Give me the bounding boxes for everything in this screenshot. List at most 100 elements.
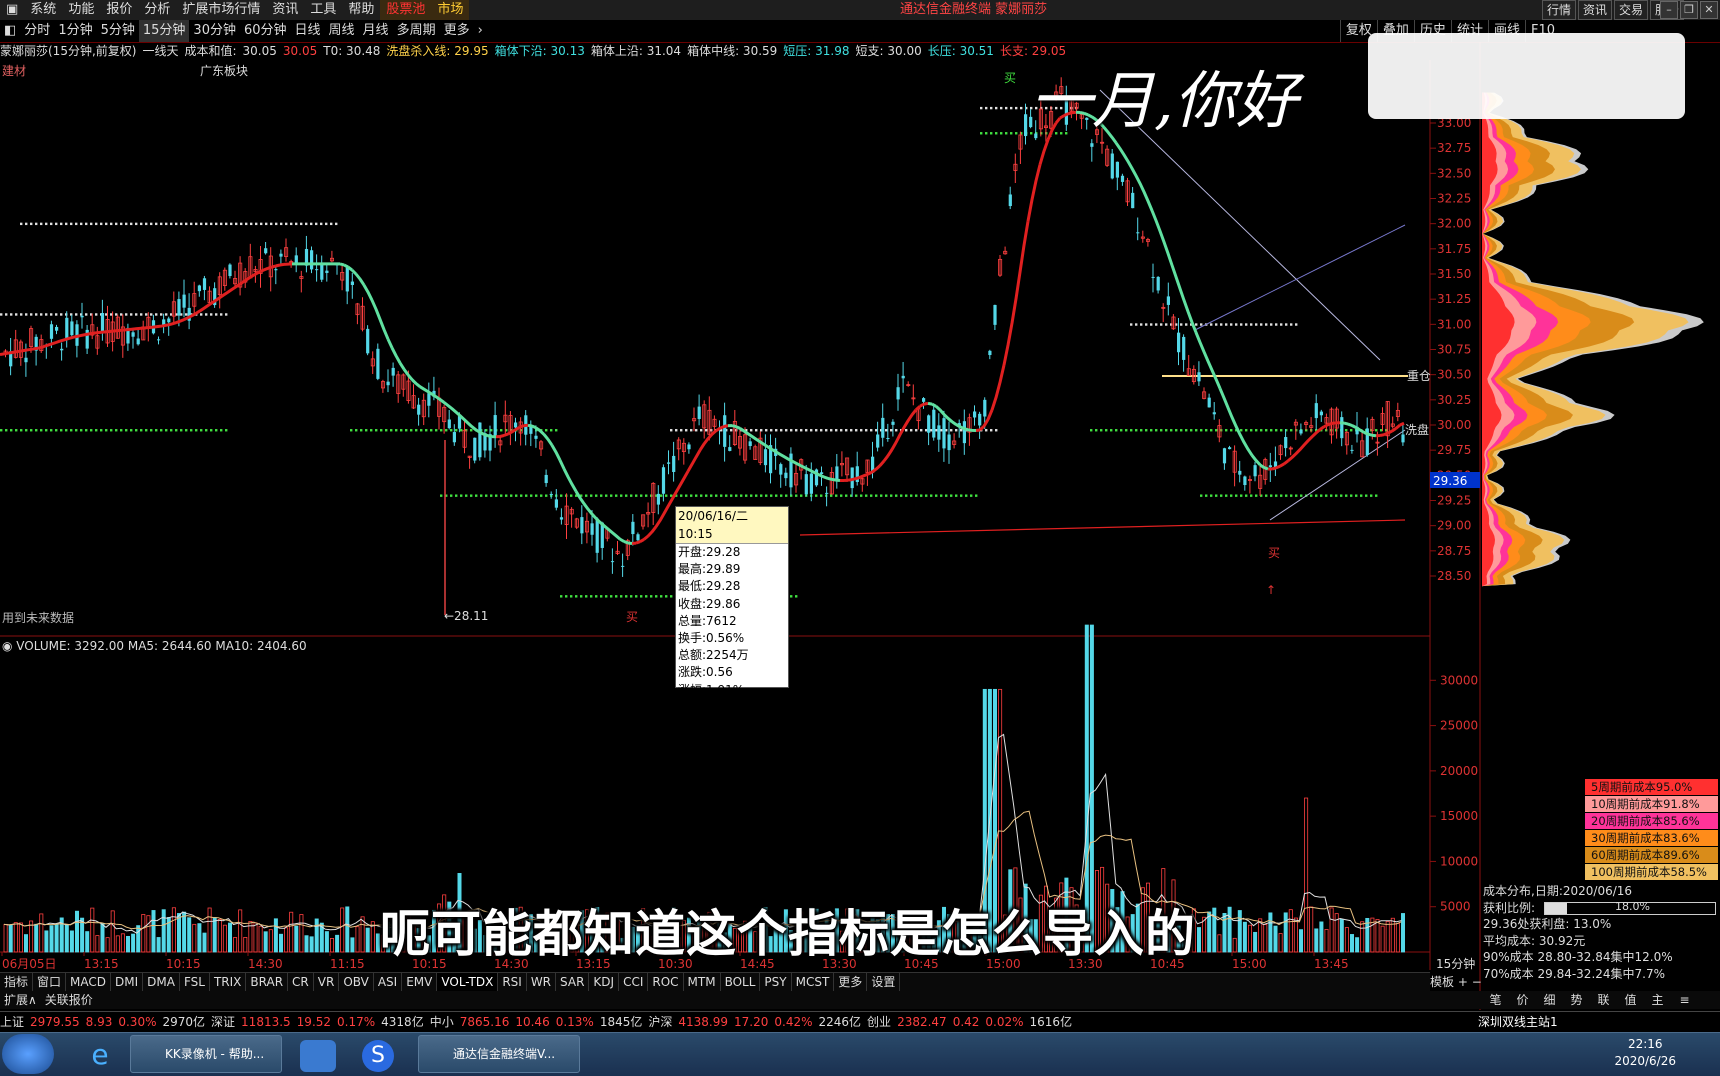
expand-tab[interactable]: 扩展∧ — [0, 991, 41, 1009]
trend-line-support[interactable] — [1269, 429, 1406, 521]
candle-body — [927, 415, 931, 433]
level-dot — [980, 106, 983, 110]
price-tick-label: 30.25 — [1437, 393, 1471, 407]
level-dot — [25, 222, 28, 226]
template-button[interactable]: 模板 — [1430, 975, 1454, 989]
indicator-tab-boll[interactable]: BOLL — [721, 973, 761, 991]
level-dot — [510, 494, 513, 497]
candle-body — [197, 285, 201, 292]
level-dot — [135, 429, 138, 432]
ie-icon[interactable]: e — [80, 1038, 120, 1072]
zoom-in-icon[interactable]: + — [1458, 975, 1468, 989]
level-dot — [985, 132, 988, 135]
candle-body — [1151, 276, 1155, 278]
level-dot — [1100, 429, 1103, 432]
candle-body — [131, 332, 135, 337]
candle-body — [1115, 161, 1119, 178]
indicator-tab-obv[interactable]: OBV — [339, 973, 374, 991]
trend-line-up[interactable] — [1194, 224, 1406, 331]
candle-body — [590, 523, 594, 535]
level-dot — [845, 429, 848, 432]
right-tab[interactable]: 价 — [1509, 991, 1536, 1009]
profit-ratio: 18.0% — [1615, 900, 1650, 913]
level-dot — [630, 595, 633, 598]
cloud-app-icon[interactable] — [300, 1040, 336, 1072]
level-dot — [685, 494, 688, 497]
indicator-tab-vr[interactable]: VR — [314, 973, 340, 991]
video-subtitle: 呃可能都知道这个指标是怎么导入的 — [380, 905, 1196, 963]
level-dot — [600, 494, 603, 497]
indicator-tab-roc[interactable]: ROC — [648, 973, 684, 991]
indicator-tab-sar[interactable]: SAR — [556, 973, 590, 991]
right-tab[interactable]: 笔 — [1482, 991, 1509, 1009]
level-dot — [905, 494, 908, 497]
indicator-tab-mcst[interactable]: MCST — [792, 973, 835, 991]
volume-bar — [1360, 921, 1365, 953]
right-tab[interactable]: 细 — [1536, 991, 1563, 1009]
volume-bar — [187, 917, 192, 953]
indicator-tab-dma[interactable]: DMA — [143, 973, 180, 991]
zoom-out-icon[interactable]: − — [1472, 975, 1482, 989]
indicator-tab-psy[interactable]: PSY — [760, 973, 792, 991]
indicator-tab-cci[interactable]: CCI — [619, 973, 649, 991]
taskbar-app-tdx[interactable]: 通达信金融终端V... — [418, 1035, 580, 1073]
level-dot — [1225, 494, 1228, 497]
indicator-tab-cr[interactable]: CR — [288, 973, 314, 991]
start-button[interactable] — [2, 1034, 54, 1074]
indicator-tab-kdj[interactable]: KDJ — [589, 973, 620, 991]
indicator-tab-设置[interactable]: 设置 — [867, 973, 901, 991]
level-dot — [145, 313, 148, 316]
level-dot — [635, 494, 638, 497]
level-dot — [830, 429, 833, 432]
profit-ratio-bar: 18.0% — [1544, 900, 1716, 915]
candle-body — [182, 294, 186, 308]
indicator-tab-mtm[interactable]: MTM — [684, 973, 721, 991]
collapse-icon[interactable]: ◉ — [2, 639, 16, 653]
level-dot — [1145, 323, 1148, 326]
level-dot — [820, 494, 823, 497]
level-dot — [1315, 494, 1318, 497]
indicator-tab-brar[interactable]: BRAR — [246, 973, 289, 991]
level-dot — [1180, 323, 1183, 326]
indicator-tab-fsl[interactable]: FSL — [180, 973, 210, 991]
level-dot — [1235, 494, 1238, 497]
time-tick-label: 10:15 — [166, 957, 201, 971]
indicator-tab-指标[interactable]: 指标 — [0, 973, 34, 991]
indicator-tab-macd[interactable]: MACD — [66, 973, 112, 991]
level-dot — [900, 494, 903, 497]
indicator-tab-窗口[interactable]: 窗口 — [33, 973, 67, 991]
related-quote-tab[interactable]: 关联报价 — [41, 991, 97, 1009]
system-clock[interactable]: 22:16 2020/6/26 — [1614, 1036, 1676, 1070]
candle-body — [70, 321, 74, 336]
right-tab[interactable]: 值 — [1617, 991, 1644, 1009]
indicator-tab-vol-tdx[interactable]: VOL-TDX — [437, 973, 499, 991]
right-tab[interactable]: 联 — [1590, 991, 1617, 1009]
indicator-tab-rsi[interactable]: RSI — [498, 973, 527, 991]
recorder-label: KK录像机 - 帮助... — [165, 1047, 265, 1061]
level-dot — [845, 494, 848, 497]
indicator-tab-更多[interactable]: 更多 — [834, 973, 868, 991]
level-dot — [105, 429, 108, 432]
level-dot — [55, 313, 58, 316]
level-dot — [605, 595, 608, 598]
right-tab[interactable]: 势 — [1563, 991, 1590, 1009]
right-tab[interactable]: ≡ — [1671, 991, 1698, 1009]
indicator-tab-asi[interactable]: ASI — [374, 973, 403, 991]
indicator-tab-emv[interactable]: EMV — [402, 973, 438, 991]
level-dot — [275, 222, 278, 226]
right-tab[interactable]: 主 — [1644, 991, 1671, 1009]
taskbar-app-recorder[interactable]: KK录像机 - 帮助... — [130, 1035, 282, 1073]
candle-body — [310, 250, 314, 270]
level-dot — [870, 429, 873, 432]
level-dot — [185, 313, 188, 316]
period-indicator[interactable]: 15分钟 — [1436, 955, 1475, 972]
candle-body — [452, 432, 456, 443]
volume-bar — [284, 927, 289, 953]
indicator-tab-trix[interactable]: TRIX — [210, 973, 247, 991]
s-app-icon[interactable]: S — [362, 1040, 394, 1072]
level-dot — [665, 494, 668, 497]
indicator-tab-dmi[interactable]: DMI — [111, 973, 144, 991]
candle-body — [661, 467, 666, 494]
indicator-tab-wr[interactable]: WR — [527, 973, 557, 991]
support-line[interactable] — [799, 519, 1406, 536]
